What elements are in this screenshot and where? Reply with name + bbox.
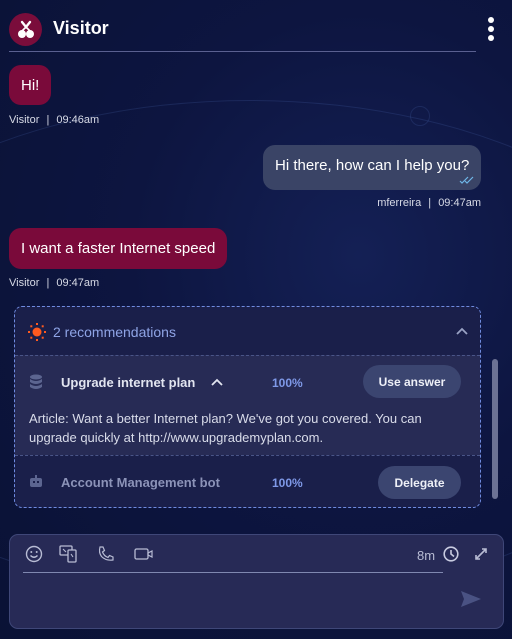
chevron-up-icon[interactable] (455, 326, 469, 336)
recommendation-item: Upgrade internet plan 100% Use answer Ar… (15, 355, 480, 455)
recommendation-title[interactable]: Account Management bot (61, 475, 220, 490)
chat-header: Visitor (0, 0, 512, 53)
message-time: 09:47am (438, 197, 481, 209)
confidence-score: 100% (272, 376, 303, 390)
recommendation-item: Account Management bot 100% Delegate (15, 455, 480, 507)
message-text: Hi there, how can I help you? (275, 157, 470, 174)
background-arc (410, 106, 430, 126)
message-time: 09:47am (56, 277, 100, 289)
recommendations-count: 2 recommendations (53, 324, 176, 340)
use-answer-button[interactable]: Use answer (363, 365, 461, 398)
cherry-icon (17, 20, 34, 38)
recommendation-title[interactable]: Upgrade internet plan (61, 375, 195, 390)
chevron-up-icon[interactable] (211, 377, 223, 387)
session-timer: 8m (417, 548, 436, 563)
kebab-menu-icon[interactable] (484, 17, 498, 41)
recommendations-scrollbar[interactable] (492, 359, 498, 499)
send-icon[interactable] (460, 590, 482, 608)
message-text: I want a faster Internet speed (21, 240, 216, 257)
confidence-score: 100% (272, 476, 303, 490)
message-author: mferreira (377, 197, 422, 209)
message-bubble-visitor: Hi! (9, 65, 52, 105)
article-preview: Article: Want a better Internet plan? We… (29, 411, 422, 445)
emoji-icon[interactable] (25, 545, 43, 563)
screen-share-icon[interactable] (59, 545, 79, 563)
message-time: 09:46am (56, 114, 100, 126)
composer-divider (23, 572, 443, 573)
header-divider (9, 51, 476, 52)
visitor-avatar (9, 13, 42, 46)
chat-title: Visitor (53, 18, 109, 38)
message-author: Visitor (9, 277, 40, 289)
clock-icon (443, 546, 459, 562)
message-input[interactable] (23, 579, 443, 619)
message-bubble-visitor: I want a faster Internet speed (9, 228, 228, 269)
recommendations-header[interactable]: 2 recommendations (15, 307, 480, 355)
message-author: Visitor (9, 114, 40, 126)
sun-icon (28, 323, 46, 341)
message-meta: Visitor | 09:46am (9, 114, 100, 126)
video-icon[interactable] (134, 545, 154, 563)
message-bubble-agent: Hi there, how can I help you? (263, 145, 482, 190)
message-meta: Visitor | 09:47am (9, 277, 100, 289)
message-composer: 8m (9, 534, 504, 629)
phone-icon[interactable] (97, 545, 115, 563)
database-icon (30, 374, 42, 389)
message-text: Hi! (21, 76, 40, 94)
recommendations-panel: 2 recommendations Upgrade internet plan … (14, 306, 481, 508)
delegate-button[interactable]: Delegate (378, 466, 461, 499)
robot-icon (30, 475, 42, 487)
message-meta: mferreira | 09:47am (377, 197, 481, 209)
double-check-icon (459, 176, 474, 184)
expand-icon[interactable] (473, 546, 489, 562)
